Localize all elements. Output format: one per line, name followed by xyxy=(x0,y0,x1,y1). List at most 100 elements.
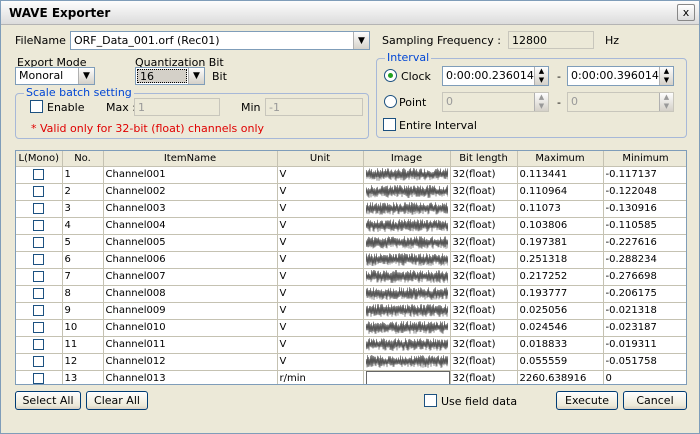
no-cell: 3 xyxy=(62,200,104,218)
col-no[interactable]: No. xyxy=(62,151,104,167)
col-unit[interactable]: Unit xyxy=(277,151,364,167)
unit-cell: r/min xyxy=(277,370,364,384)
table-row[interactable]: 8 Channel008 V 32(float) 0.193777 -0.206175 xyxy=(16,285,686,303)
unit-cell: V xyxy=(277,183,364,201)
lmono-cell[interactable] xyxy=(16,234,63,252)
lmono-cell[interactable] xyxy=(16,251,63,269)
col-itemname[interactable]: ItemName xyxy=(103,151,278,167)
scale-min-field: -1 xyxy=(265,98,363,116)
lmono-cell[interactable] xyxy=(16,183,63,201)
no-cell: 10 xyxy=(62,319,104,337)
waveform-trace xyxy=(365,168,448,181)
table-row[interactable]: 3 Channel003 V 32(float) 0.11073 -0.130916 xyxy=(16,200,686,218)
no-cell: 2 xyxy=(62,183,104,201)
lmono-cell[interactable] xyxy=(16,370,63,384)
scale-enable-checkbox[interactable] xyxy=(30,100,43,113)
point-start-value: 0 xyxy=(446,95,453,108)
table-row[interactable]: 4 Channel004 V 32(float) 0.103806 -0.110585 xyxy=(16,217,686,235)
entire-interval-checkbox[interactable] xyxy=(383,118,396,131)
bitlength-cell: 32(float) xyxy=(450,370,518,384)
chevron-down-icon[interactable]: ▼ xyxy=(78,68,94,84)
clock-start-field[interactable]: 0:00:00.236014 ▲ ▼ xyxy=(442,66,549,86)
no-cell: 11 xyxy=(62,336,104,354)
no-cell: 7 xyxy=(62,268,104,286)
lmono-cell[interactable] xyxy=(16,268,63,286)
col-lmono[interactable]: L(Mono) xyxy=(16,151,63,167)
select-all-button[interactable]: Select All xyxy=(15,391,81,410)
unit-cell: V xyxy=(277,268,364,286)
lmono-checkbox[interactable] xyxy=(33,321,45,333)
bitlength-cell: 32(float) xyxy=(450,302,518,320)
lmono-checkbox[interactable] xyxy=(33,338,45,350)
table-row[interactable]: 2 Channel002 V 32(float) 0.110964 -0.122048 xyxy=(16,183,686,201)
unit-cell: V xyxy=(277,285,364,303)
clear-all-button[interactable]: Clear All xyxy=(86,391,148,410)
close-button[interactable]: x xyxy=(677,4,695,21)
lmono-cell[interactable] xyxy=(16,336,63,354)
lmono-cell[interactable] xyxy=(16,200,63,218)
table-row[interactable]: 10 Channel010 V 32(float) 0.024546 -0.023187 xyxy=(16,319,686,337)
table-row[interactable]: 5 Channel005 V 32(float) 0.197381 -0.227616 xyxy=(16,234,686,252)
export-mode-select[interactable]: Monoral ▼ xyxy=(15,67,95,85)
table-row[interactable]: 7 Channel007 V 32(float) 0.217252 -0.276698 xyxy=(16,268,686,286)
waveform-trace xyxy=(365,321,448,334)
cancel-button[interactable]: Cancel xyxy=(623,391,687,410)
point-end-value: 0 xyxy=(571,95,578,108)
waveform-thumbnail xyxy=(365,355,448,368)
bitlength-cell: 32(float) xyxy=(450,166,518,184)
col-image[interactable]: Image xyxy=(363,151,451,167)
maximum-cell: 0.193777 xyxy=(517,285,604,303)
chevron-down-icon[interactable]: ▼ xyxy=(188,68,204,84)
use-field-data-checkbox[interactable] xyxy=(424,394,437,407)
lmono-checkbox[interactable] xyxy=(33,270,45,282)
lmono-checkbox[interactable] xyxy=(33,372,45,384)
waveform-trace xyxy=(365,287,448,300)
lmono-checkbox[interactable] xyxy=(33,236,45,248)
lmono-checkbox[interactable] xyxy=(33,287,45,299)
lmono-checkbox[interactable] xyxy=(33,355,45,367)
lmono-cell[interactable] xyxy=(16,217,63,235)
spin-up-icon[interactable]: ▲ xyxy=(660,67,673,76)
lmono-cell[interactable] xyxy=(16,166,63,184)
image-cell xyxy=(363,183,451,201)
spin-down-icon: ▼ xyxy=(538,102,545,110)
filename-select[interactable]: ORF_Data_001.orf (Rec01) ▼ xyxy=(70,31,370,50)
table-row[interactable]: 11 Channel011 V 32(float) 0.018833 -0.019311 xyxy=(16,336,686,354)
lmono-checkbox[interactable] xyxy=(33,219,45,231)
waveform-trace xyxy=(365,270,448,283)
minimum-cell: -0.227616 xyxy=(603,234,686,252)
bitlength-cell: 32(float) xyxy=(450,285,518,303)
spin-up-icon[interactable]: ▲ xyxy=(535,67,548,76)
col-bitlength[interactable]: Bit length xyxy=(450,151,518,167)
clock-end-field[interactable]: 0:00:00.396014 ▲ ▼ xyxy=(567,66,674,86)
col-maximum[interactable]: Maximum xyxy=(517,151,604,167)
table-row[interactable]: 1 Channel001 V 32(float) 0.113441 -0.117137 xyxy=(16,166,686,184)
spin-down-icon[interactable]: ▼ xyxy=(535,76,548,85)
lmono-cell[interactable] xyxy=(16,285,63,303)
lmono-cell[interactable] xyxy=(16,319,63,337)
lmono-checkbox[interactable] xyxy=(33,185,45,197)
lmono-cell[interactable] xyxy=(16,353,63,371)
scale-max-label: Max : xyxy=(106,101,136,114)
lmono-cell[interactable] xyxy=(16,302,63,320)
unit-cell: V xyxy=(277,302,364,320)
execute-button[interactable]: Execute xyxy=(556,391,618,410)
lmono-checkbox[interactable] xyxy=(33,253,45,265)
lmono-checkbox[interactable] xyxy=(33,304,45,316)
minimum-cell: -0.206175 xyxy=(603,285,686,303)
table-row[interactable]: 6 Channel006 V 32(float) 0.251318 -0.288234 xyxy=(16,251,686,269)
maximum-cell: 0.113441 xyxy=(517,166,604,184)
point-radio[interactable] xyxy=(384,95,397,108)
lmono-checkbox[interactable] xyxy=(33,168,45,180)
lmono-checkbox[interactable] xyxy=(33,202,45,214)
spin-down-icon[interactable]: ▼ xyxy=(660,76,673,85)
table-row[interactable]: 13 Channel013 r/min 32(float) 2260.638916 0 xyxy=(16,370,686,384)
table-row[interactable]: 9 Channel009 V 32(float) 0.025056 -0.021318 xyxy=(16,302,686,320)
itemname-cell: Channel009 xyxy=(103,302,278,320)
chevron-down-icon[interactable]: ▼ xyxy=(353,32,369,49)
col-minimum[interactable]: Minimum xyxy=(603,151,686,167)
clock-end-value: 0:00:00.396014 xyxy=(571,69,659,82)
quantization-select[interactable]: 16 ▼ xyxy=(135,67,205,85)
table-row[interactable]: 12 Channel012 V 32(float) 0.055559 -0.051758 xyxy=(16,353,686,371)
clock-radio[interactable] xyxy=(384,69,397,82)
